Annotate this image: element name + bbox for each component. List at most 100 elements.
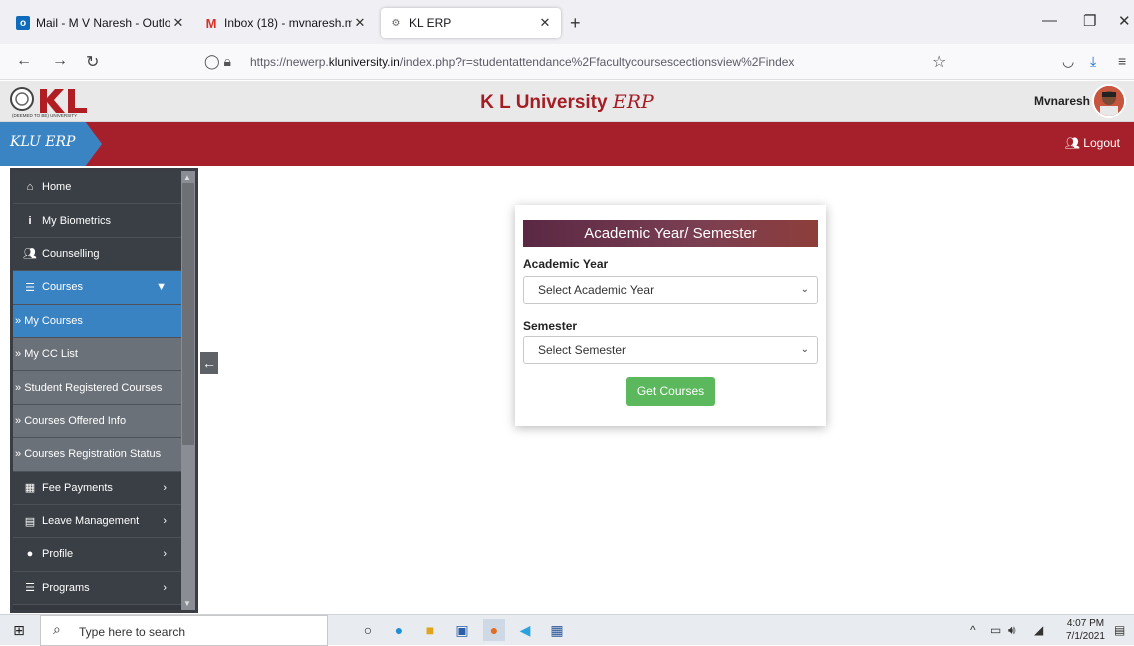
chevron-right-icon: › [163, 548, 167, 561]
clock-time: 4:07 PM [1066, 618, 1105, 629]
sidebar-item-label: Student Registered Courses [24, 381, 163, 394]
bullet-icon: » [15, 381, 25, 394]
minimize-icon[interactable]: — [1042, 12, 1057, 29]
close-icon[interactable]: ✕ [170, 15, 186, 31]
academic-year-select[interactable]: Select Academic Year ⌄ [523, 276, 818, 304]
sidebar-item-label: My Biometrics [42, 214, 112, 227]
sidebar-item-label: Courses Offered Info [24, 414, 127, 427]
cortana-icon[interactable]: ○ [357, 619, 379, 641]
chevron-down-icon: ▼ [156, 281, 167, 294]
wifi-icon[interactable]: ◢ [1034, 623, 1043, 637]
scroll-down-icon[interactable]: ▼ [183, 599, 191, 608]
download-icon[interactable]: ⤓ [1090, 53, 1096, 70]
sidebar-menu: ⌂ Home i My Biometrics 👥︎ Counselling ☰ … [13, 171, 181, 606]
sidebar-scrollbar[interactable]: ▲ ▼ [181, 171, 195, 610]
scrollbar-thumb[interactable] [182, 183, 194, 445]
telegram-icon[interactable]: ◀ [514, 619, 536, 641]
title-main: K L University [480, 92, 608, 113]
tab-kl-erp[interactable]: ⚙ KL ERP ✕ [381, 8, 561, 38]
kl-erp-icon: ⚙ [391, 17, 401, 29]
close-icon[interactable]: ✕ [352, 15, 368, 31]
erp-header: (DEEMED TO BE) UNIVERSITY K L University… [0, 81, 1134, 122]
sidebar-item-courses[interactable]: ☰ Courses ▼ [13, 271, 181, 305]
bookmark-star-icon[interactable]: ☆ [932, 52, 946, 72]
tab-title: KL ERP [409, 16, 452, 30]
tab-title: Mail - M V Naresh - Outlook [36, 16, 170, 30]
users-icon: 👥︎ [23, 248, 37, 261]
sidebar-item-my-cc-list[interactable]: » My CC List [13, 337, 181, 372]
tab-title: Inbox (18) - mvnaresh.mca@gn [224, 16, 352, 30]
avatar[interactable] [1092, 84, 1126, 118]
bullet-icon: » [15, 348, 25, 361]
forward-icon[interactable]: → [52, 52, 68, 70]
chevron-right-icon: › [163, 581, 167, 594]
sidebar-item-courses-registration-status[interactable]: » Courses Registration Status [13, 438, 181, 472]
sidebar-item-my-courses[interactable]: » My Courses [13, 304, 181, 338]
tab-outlook[interactable]: o Mail - M V Naresh - Outlook ✕ [8, 8, 194, 38]
get-courses-button[interactable]: Get Courses [626, 377, 715, 406]
sidebar-item-programs[interactable]: ☰ Programs › [13, 571, 181, 606]
card-heading: Academic Year/ Semester [523, 220, 818, 247]
windows-start-icon[interactable]: ⊞ [8, 619, 30, 641]
academic-year-value: Select Academic Year [538, 283, 655, 297]
title-suffix: ERP [612, 91, 654, 113]
sidebar-item-fee-payments[interactable]: ▦ Fee Payments › [13, 471, 181, 505]
sidebar-item-profile[interactable]: ● Profile › [13, 538, 181, 572]
sidebar-item-courses-offered-info[interactable]: » Courses Offered Info [13, 404, 181, 439]
file-explorer-icon[interactable]: ■ [419, 619, 441, 641]
brand-label[interactable]: KLU ERP [0, 122, 102, 166]
reload-icon[interactable]: ↻ [86, 52, 99, 72]
sidebar-item-student-registered-courses[interactable]: » Student Registered Courses [13, 371, 181, 405]
address-bar[interactable]: https://newerp.kluniversity.in/index.php… [250, 55, 794, 69]
show-hidden-icons-icon[interactable]: ^ [970, 623, 976, 637]
sidebar-item-label: My CC List [24, 348, 78, 361]
sidebar-item-home[interactable]: ⌂ Home [13, 171, 181, 205]
bullet-icon: » [15, 448, 25, 461]
scroll-up-icon[interactable]: ▲ [183, 173, 191, 182]
brand-bar: KLU ERP 👥︎ Logout [0, 122, 1134, 166]
system-clock[interactable]: 4:07 PM 7/1/2021 [1066, 617, 1105, 643]
sidebar-item-label: Leave Management [42, 515, 140, 528]
username[interactable]: Mvnaresh [1034, 94, 1090, 108]
menu-icon[interactable]: ≡ [1118, 53, 1126, 69]
sidebar-item-leave-management[interactable]: ▤ Leave Management › [13, 504, 181, 539]
back-icon[interactable]: ← [16, 52, 32, 70]
bullet-icon: » [15, 314, 25, 327]
taskbar-search-input[interactable]: ⌕ Type here to search [40, 615, 328, 646]
url-host: kluniversity.in [328, 55, 400, 69]
notification-icon[interactable]: ▤ [1114, 623, 1125, 637]
battery-icon[interactable]: ▭ [990, 623, 1001, 637]
store-icon[interactable]: ▣ [451, 619, 473, 641]
url-prefix: https://newerp. [250, 55, 329, 69]
close-window-icon[interactable]: ✕ [1118, 12, 1131, 30]
list-icon: ☰ [25, 582, 35, 595]
close-icon[interactable]: ✕ [537, 15, 553, 31]
sidebar-item-label: Profile [42, 548, 74, 561]
word-icon[interactable]: ▦ [546, 619, 568, 641]
browser-tab-strip: o Mail - M V Naresh - Outlook ✕ M Inbox … [0, 0, 1134, 44]
collapse-sidebar-button[interactable]: ← [200, 352, 218, 374]
logout-label: Logout [1083, 136, 1120, 150]
restore-icon[interactable]: ❐ [1083, 12, 1096, 30]
shield-lock-icon[interactable]: ◯ 🔒︎ [204, 53, 231, 70]
tab-gmail[interactable]: M Inbox (18) - mvnaresh.mca@gn ✕ [196, 8, 376, 38]
sidebar-item-label: Courses [42, 281, 83, 294]
semester-value: Select Semester [538, 343, 627, 357]
clock-date: 7/1/2021 [1066, 631, 1105, 642]
brand-text: KLU ERP [10, 134, 76, 150]
academic-year-label: Academic Year [523, 257, 609, 271]
browser-nav-bar: ← → ↻ ◯ 🔒︎ https://newerp.kluniversity.i… [0, 44, 1134, 80]
semester-selection-card: Academic Year/ Semester Academic Year Se… [515, 205, 826, 426]
pocket-icon[interactable]: ◡ [1062, 53, 1074, 70]
edge-icon[interactable]: ● [388, 619, 410, 641]
sidebar-item-label: Fee Payments [42, 481, 113, 494]
logout-button[interactable]: 👥︎ Logout [1065, 136, 1120, 150]
outlook-icon: o [16, 16, 30, 30]
semester-select[interactable]: Select Semester ⌄ [523, 336, 818, 364]
sidebar-item-my-biometrics[interactable]: i My Biometrics [13, 204, 181, 238]
sidebar-item-counselling[interactable]: 👥︎ Counselling [13, 237, 181, 272]
firefox-icon[interactable]: ● [483, 619, 505, 641]
list-icon: ☰ [25, 281, 35, 294]
volume-icon[interactable]: 🔊︎ [1008, 623, 1016, 638]
new-tab-icon[interactable]: + [570, 13, 581, 34]
